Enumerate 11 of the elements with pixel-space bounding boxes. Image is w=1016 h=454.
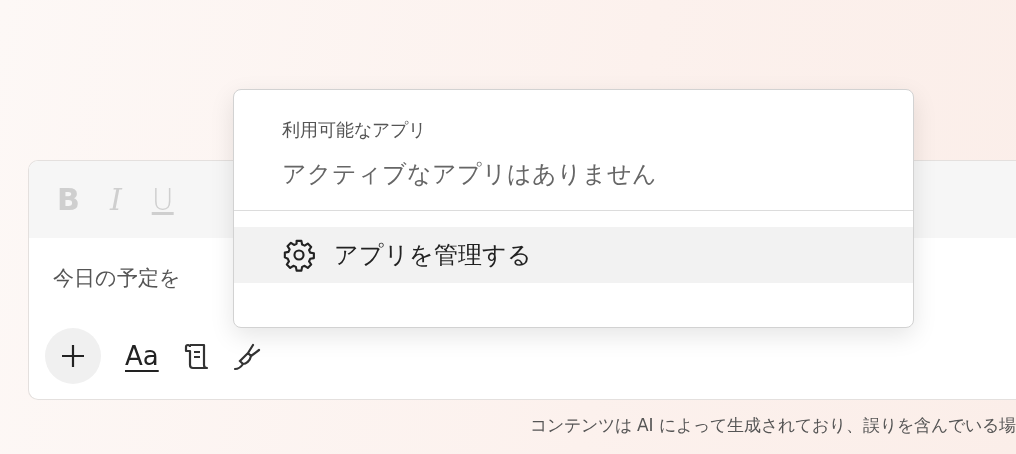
add-button[interactable] — [45, 328, 101, 384]
text-style-button[interactable]: Aa — [123, 341, 161, 371]
menu-heading: 利用可能なアプリ — [282, 118, 426, 142]
settings-icon — [282, 238, 316, 272]
scroll-button[interactable] — [182, 341, 211, 371]
disclaimer-text: コンテンツは AI によって生成されており、誤りを含んでいる場 — [529, 414, 1016, 437]
input-field[interactable]: 今日の予定を — [41, 258, 193, 298]
scroll-icon — [182, 341, 211, 371]
empty-message: アクティブなアプリはありません — [282, 159, 657, 190]
menu-item[interactable]: アプリを管理する — [234, 227, 913, 283]
plus-icon — [60, 343, 86, 369]
